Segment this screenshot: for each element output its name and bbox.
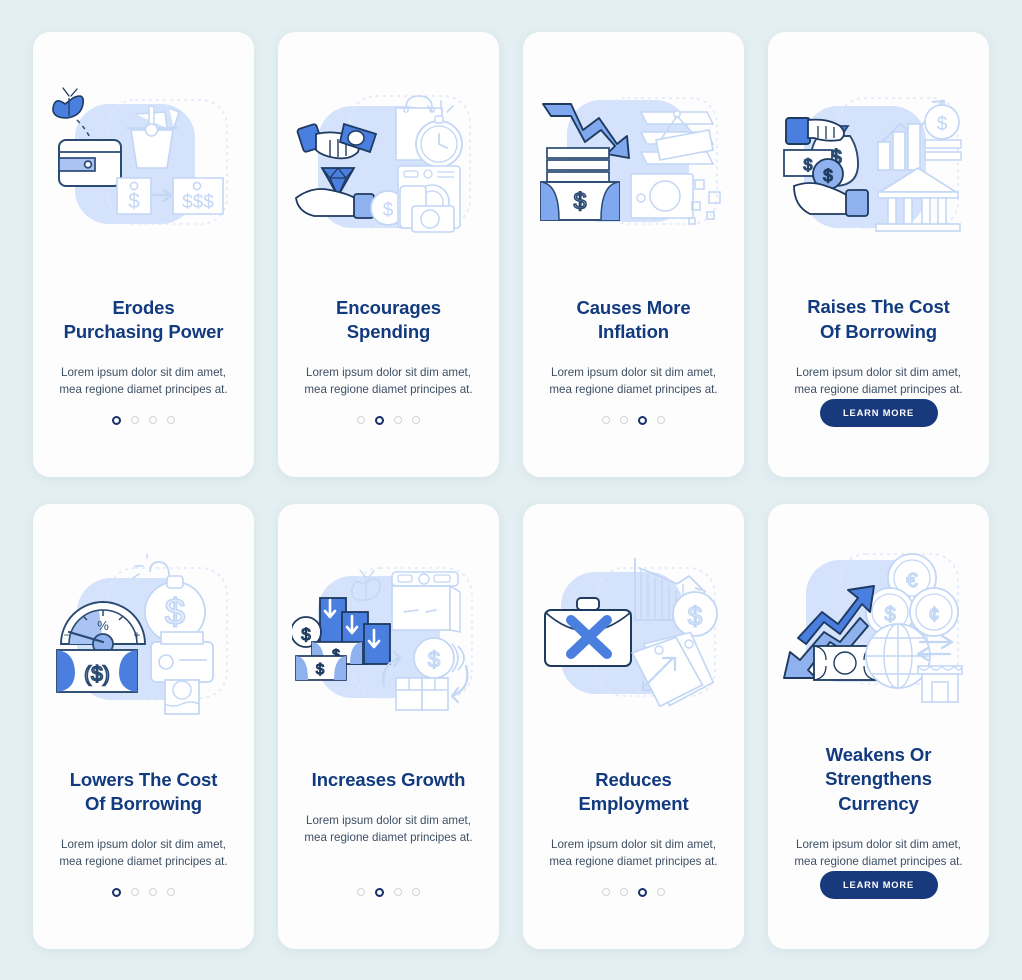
wallet-moth-basket-price-tags-illustration: $ $$$ [47, 70, 240, 270]
svg-text:$: $ [165, 591, 185, 632]
screen-title: Increases Growth [311, 768, 466, 790]
onboarding-screens-grid: $ $$$ Erodes Purchasing Power Lorem ipsum… [0, 0, 1022, 980]
pagination-dot-1[interactable] [357, 416, 365, 424]
screen-title: Encourages Spending [336, 296, 441, 342]
pagination-dot-4[interactable] [167, 888, 175, 896]
screen-body-text: Lorem ipsum dolor sit dim amet, mea regi… [794, 838, 963, 869]
money-bag-hands-bank-chart-illustration: $ $ $ $ [782, 70, 975, 270]
pagination-dot-2[interactable] [620, 416, 628, 424]
svg-text:$: $ [128, 190, 140, 213]
pagination-dot-2[interactable] [131, 416, 139, 424]
pagination-dots[interactable] [357, 415, 420, 425]
briefcase-cross-declining-chart-price-tags-illustration: $ [537, 542, 730, 742]
svg-text:$: $ [688, 601, 703, 631]
pagination-dot-4[interactable] [167, 416, 175, 424]
learn-more-button[interactable]: LEARN MORE [819, 398, 938, 427]
onboarding-screen-erodes-purchasing-power: $ $$$ Erodes Purchasing Power Lorem ipsum… [33, 31, 254, 477]
falling-arrow-money-stack-printing-illustration: $ [537, 70, 730, 270]
svg-text:¢: ¢ [928, 604, 939, 626]
screen-title: Weakens Or Strengthens Currency [825, 743, 932, 814]
screen-body-text: Lorem ipsum dolor sit dim amet, mea regi… [59, 366, 228, 397]
pagination-dot-3[interactable] [149, 416, 157, 424]
pagination-dot-4[interactable] [657, 416, 665, 424]
pagination-dots[interactable] [357, 887, 420, 897]
svg-text:−: − [63, 628, 70, 642]
svg-text:$: $ [316, 661, 325, 678]
onboarding-screen-lowers-the-cost-of-borrowing: $ % − + ($) Lowers The Cost Of Borrowing… [33, 503, 254, 949]
pagination-dot-4[interactable] [412, 888, 420, 896]
screen-title: Erodes Purchasing Power [63, 296, 224, 342]
growth-bars-money-goods-illustration: $ $ $ $ [292, 542, 485, 742]
interest-gauge-banknote-money-printer-illustration: $ % − + ($) [47, 542, 240, 742]
screen-body-text: Lorem ipsum dolor sit dim amet, mea regi… [549, 366, 718, 397]
screen-title: Raises The Cost Of Borrowing [807, 296, 950, 342]
pagination-dot-3[interactable] [638, 887, 647, 897]
pagination-dots[interactable] [602, 415, 665, 425]
learn-more-button[interactable]: LEARN MORE [819, 870, 938, 899]
pagination-dot-3[interactable] [394, 416, 402, 424]
pagination-dot-3[interactable] [394, 888, 402, 896]
hand-cash-diamond-shopping-illustration: $ [292, 70, 485, 270]
svg-text:$: $ [428, 647, 440, 672]
pagination-dot-2[interactable] [375, 887, 384, 897]
onboarding-screen-raises-the-cost-of-borrowing: $ $ $ $ Raises The Cost Of Borrowing Lor… [768, 31, 989, 477]
pagination-dot-1[interactable] [357, 888, 365, 896]
svg-text:$: $ [823, 166, 833, 185]
svg-text:$: $ [937, 114, 948, 135]
svg-text:$: $ [301, 625, 311, 644]
svg-text:€: € [906, 570, 917, 592]
screen-body-text: Lorem ipsum dolor sit dim amet, mea regi… [794, 366, 963, 397]
svg-text:$: $ [383, 200, 394, 221]
screen-body-text: Lorem ipsum dolor sit dim amet, mea regi… [304, 813, 473, 845]
onboarding-screen-weakens-or-strengthens-currency: € $ ¢ Weakens Or Strengthens Currency Lo… [768, 503, 989, 949]
svg-text:($): ($) [84, 663, 110, 686]
pagination-dot-2[interactable] [131, 888, 139, 896]
onboarding-screen-increases-growth: $ $ $ $ Increases Growth Lorem ipsum dol… [278, 503, 499, 949]
onboarding-screen-encourages-spending: $ Encourages Spending Lorem ipsum dolor … [278, 31, 499, 477]
screen-body-text: Lorem ipsum dolor sit dim amet, mea regi… [304, 366, 473, 397]
screen-title: Causes More Inflation [576, 296, 691, 342]
pagination-dots[interactable] [112, 887, 175, 897]
screen-body-text: Lorem ipsum dolor sit dim amet, mea regi… [549, 838, 718, 869]
pagination-dot-4[interactable] [412, 416, 420, 424]
svg-text:$: $ [574, 188, 587, 214]
pagination-dot-1[interactable] [602, 416, 610, 424]
currency-arrows-coins-globe-illustration: € $ ¢ [782, 542, 975, 717]
pagination-dot-4[interactable] [657, 888, 665, 896]
pagination-dot-1[interactable] [112, 415, 121, 425]
svg-text:$: $ [804, 157, 813, 174]
screen-title: Reduces Employment [578, 768, 689, 814]
pagination-dot-2[interactable] [620, 888, 628, 896]
pagination-dot-2[interactable] [375, 415, 384, 425]
svg-text:$: $ [884, 604, 895, 626]
svg-text:%: % [97, 618, 109, 633]
pagination-dot-1[interactable] [602, 888, 610, 896]
svg-text:+: + [133, 628, 140, 642]
onboarding-screen-reduces-employment: $ Reduces Employment Lorem ipsum dolor s… [523, 503, 744, 949]
pagination-dot-1[interactable] [112, 887, 121, 897]
pagination-dots[interactable] [602, 887, 665, 897]
svg-text:$$$: $$$ [182, 192, 214, 213]
screen-title: Lowers The Cost Of Borrowing [69, 768, 218, 814]
onboarding-screen-causes-more-inflation: $ Causes More Inflation Lorem ipsum dolo… [523, 31, 744, 477]
pagination-dot-3[interactable] [638, 415, 647, 425]
pagination-dots[interactable] [112, 415, 175, 425]
pagination-dot-3[interactable] [149, 888, 157, 896]
screen-body-text: Lorem ipsum dolor sit dim amet, mea regi… [59, 838, 228, 869]
